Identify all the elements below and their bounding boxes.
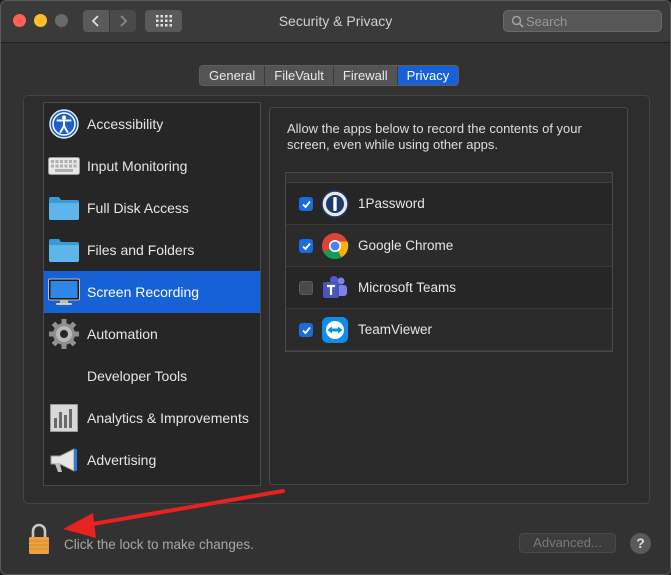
sidebar-item-label: Advertising <box>87 452 157 468</box>
teams-icon <box>323 276 347 298</box>
title-bar: Security & Privacy <box>1 1 670 43</box>
folder-icon <box>47 191 81 225</box>
search-field[interactable] <box>503 10 662 32</box>
list-scroll-edge <box>286 173 612 183</box>
sidebar-item-analytics[interactable]: Analytics & Improvements <box>44 397 260 439</box>
sidebar-item-label: Accessibility <box>87 116 164 132</box>
1password-icon <box>321 190 349 218</box>
chrome-icon <box>322 233 349 260</box>
keyboard-icon <box>47 149 81 183</box>
advanced-button[interactable]: Advanced... <box>519 533 616 553</box>
tab-general[interactable]: General <box>200 66 266 85</box>
sidebar-item-developer-tools[interactable]: Developer Tools <box>44 355 260 397</box>
app-permission-list[interactable]: 1Password Google Chrome Microsoft Teams … <box>285 172 613 352</box>
app-checkbox[interactable] <box>299 239 313 253</box>
teamviewer-icon <box>322 317 348 343</box>
app-row-google-chrome[interactable]: Google Chrome <box>286 225 612 267</box>
app-name: 1Password <box>358 196 425 211</box>
lock-icon[interactable] <box>28 523 50 555</box>
app-name: Google Chrome <box>358 238 454 253</box>
sidebar-item-screen-recording[interactable]: Screen Recording <box>44 271 260 313</box>
sidebar-item-label: Analytics & Improvements <box>87 410 249 426</box>
display-icon <box>47 275 81 309</box>
sidebar-item-label: Full Disk Access <box>87 200 189 216</box>
gear-icon <box>47 317 81 351</box>
sidebar-item-accessibility[interactable]: Accessibility <box>44 103 260 145</box>
search-icon <box>511 15 524 28</box>
security-privacy-window: Security & Privacy General FileVault Fir… <box>0 0 671 575</box>
megaphone-icon <box>47 443 81 477</box>
sidebar-item-full-disk-access[interactable]: Full Disk Access <box>44 187 260 229</box>
app-name: Microsoft Teams <box>358 280 457 295</box>
sidebar-item-label: Input Monitoring <box>87 158 188 174</box>
sidebar-item-label: Developer Tools <box>87 368 188 384</box>
sidebar-item-files-and-folders[interactable]: Files and Folders <box>44 229 260 271</box>
app-checkbox[interactable] <box>299 281 313 295</box>
privacy-category-list: Accessibility Input Monitoring Full Disk… <box>43 102 261 486</box>
sidebar-item-label: Screen Recording <box>87 284 200 300</box>
app-row-microsoft-teams[interactable]: Microsoft Teams <box>286 267 612 309</box>
checkmark-icon <box>302 242 311 251</box>
app-row-1password[interactable]: 1Password <box>286 183 612 225</box>
lock-hint-text: Click the lock to make changes. <box>64 537 254 552</box>
tab-privacy[interactable]: Privacy <box>397 66 459 85</box>
screen-recording-description: Allow the apps below to record the conte… <box>287 121 582 152</box>
accessibility-icon <box>47 107 81 141</box>
sidebar-item-input-monitoring[interactable]: Input Monitoring <box>44 145 260 187</box>
app-row-teamviewer[interactable]: TeamViewer <box>286 309 612 351</box>
app-checkbox[interactable] <box>299 323 313 337</box>
search-input[interactable] <box>526 13 656 29</box>
checkmark-icon <box>302 326 311 335</box>
folder-icon <box>47 233 81 267</box>
tab-filevault[interactable]: FileVault <box>265 66 334 85</box>
bar-chart-icon <box>47 401 81 435</box>
sidebar-item-label: Files and Folders <box>87 242 195 258</box>
app-name: TeamViewer <box>358 322 433 337</box>
app-checkbox[interactable] <box>299 197 313 211</box>
checkmark-icon <box>302 200 311 209</box>
sidebar-item-automation[interactable]: Automation <box>44 313 260 355</box>
tab-firewall[interactable]: Firewall <box>334 66 398 85</box>
sidebar-item-advertising[interactable]: Advertising <box>44 439 260 481</box>
sidebar-item-label: Automation <box>87 326 158 342</box>
tab-bar: General FileVault Firewall Privacy <box>199 65 460 86</box>
help-button[interactable]: ? <box>630 533 651 554</box>
